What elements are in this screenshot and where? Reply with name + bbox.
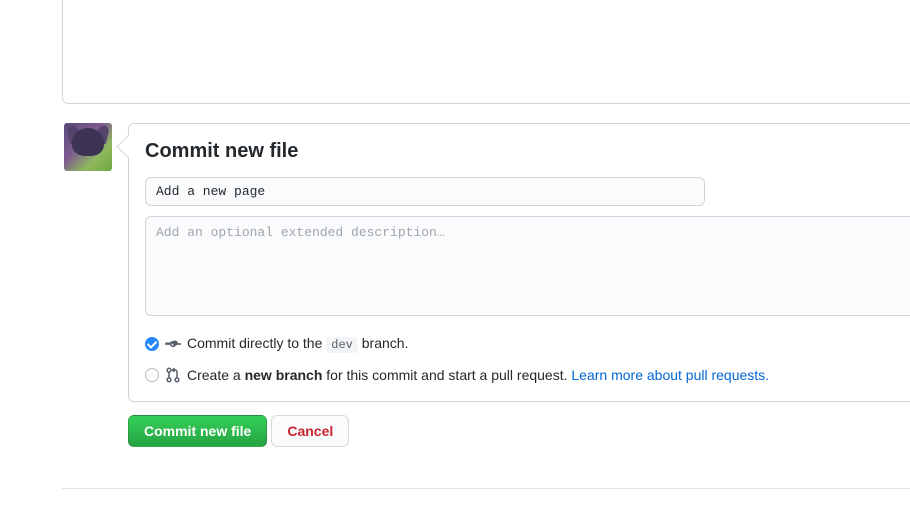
- commit-summary-input[interactable]: [145, 177, 705, 206]
- create-branch-option[interactable]: Create a new branch for this commit and …: [145, 365, 910, 385]
- learn-more-link[interactable]: Learn more about pull requests.: [571, 367, 769, 383]
- avatar[interactable]: [64, 123, 112, 171]
- divider: [62, 488, 910, 489]
- create-branch-label: Create a new branch for this commit and …: [187, 365, 769, 385]
- git-commit-icon: [165, 336, 181, 352]
- radio-checked-icon: [145, 337, 159, 351]
- git-pull-request-icon: [165, 367, 181, 383]
- commit-panel: Commit new file Commit directly to the d…: [128, 123, 910, 402]
- cancel-button[interactable]: Cancel: [271, 415, 349, 447]
- commit-direct-option[interactable]: Commit directly to the dev branch.: [145, 333, 910, 355]
- editor-panel-bottom: [62, 0, 910, 104]
- commit-description-textarea[interactable]: [145, 216, 910, 316]
- branch-tag: dev: [326, 337, 358, 353]
- commit-button[interactable]: Commit new file: [128, 415, 267, 447]
- radio-unchecked-icon: [145, 368, 159, 382]
- button-row: Commit new file Cancel: [128, 415, 349, 447]
- branch-options: Commit directly to the dev branch. Creat…: [145, 333, 910, 385]
- commit-direct-label: Commit directly to the dev branch.: [187, 333, 408, 355]
- commit-heading: Commit new file: [145, 140, 910, 163]
